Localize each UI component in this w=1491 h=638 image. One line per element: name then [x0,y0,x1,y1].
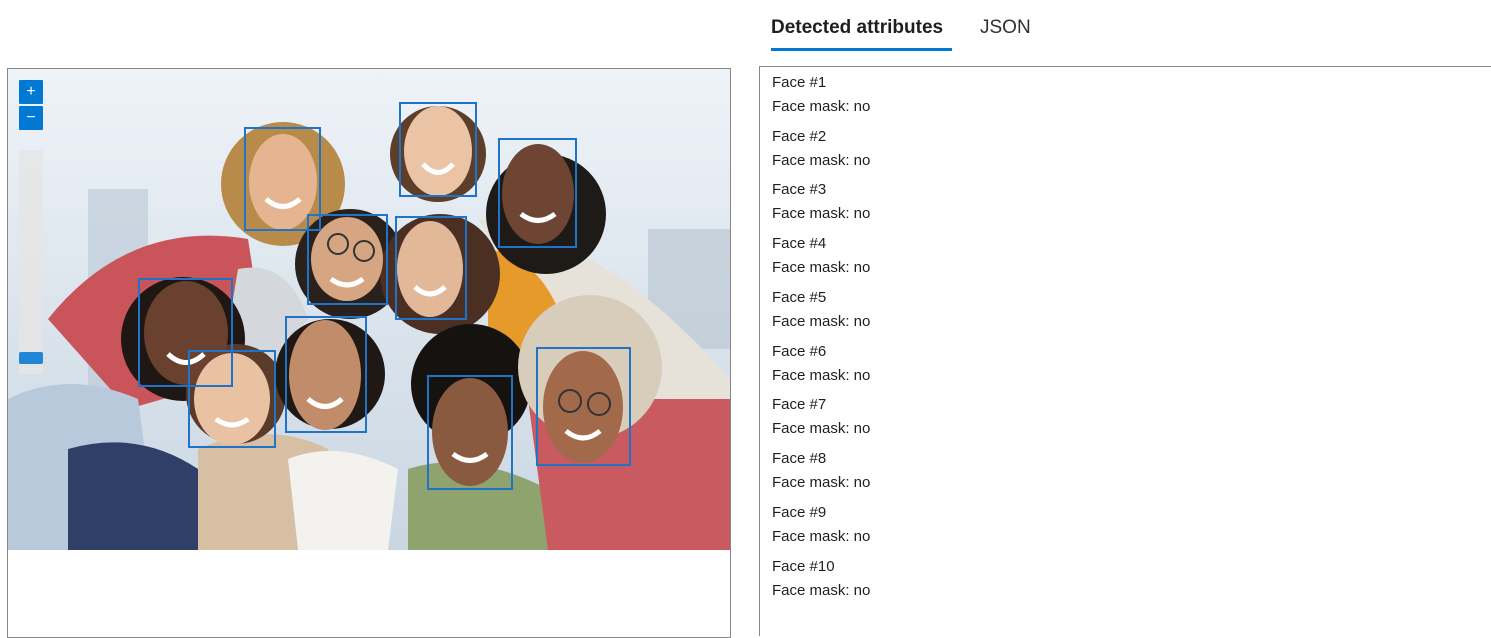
face-mask-label: Face mask: no [772,98,871,115]
face-title: Face #3 [772,181,827,198]
face-title: Face #5 [772,289,827,306]
face-title: Face #10 [772,558,835,575]
zoom-out-button[interactable]: − [19,106,43,130]
zoom-slider-track[interactable] [19,150,43,374]
face-title: Face #7 [772,396,827,413]
face-title: Face #4 [772,235,827,252]
face-entry: Face #4 Face mask: no [772,232,870,280]
face-title: Face #8 [772,450,827,467]
face-mask-label: Face mask: no [772,259,871,276]
face-entry: Face #10 Face mask: no [772,555,870,603]
face-mask-label: Face mask: no [772,205,871,222]
face-mask-label: Face mask: no [772,313,871,330]
face-box-2[interactable] [399,102,477,197]
face-box-9[interactable] [427,375,513,490]
face-box-5[interactable] [395,216,467,320]
face-mask-label: Face mask: no [772,420,871,437]
face-box-7[interactable] [188,350,276,448]
face-entry: Face #3 Face mask: no [772,178,870,226]
face-mask-label: Face mask: no [772,528,871,545]
tab-json[interactable]: JSON [980,16,1031,40]
face-title: Face #6 [772,343,827,360]
zoom-in-button[interactable]: + [19,80,43,104]
face-mask-label: Face mask: no [772,367,871,384]
face-title: Face #9 [772,504,827,521]
detected-attributes-panel: Face #1 Face mask: no Face #2 Face mask:… [759,66,1491,636]
face-mask-label: Face mask: no [772,582,871,599]
face-title: Face #1 [772,74,827,91]
face-entry: Face #1 Face mask: no [772,71,870,119]
face-entry: Face #2 Face mask: no [772,125,870,173]
active-tab-indicator [771,48,952,51]
face-box-8[interactable] [285,316,367,433]
face-mask-label: Face mask: no [772,152,871,169]
zoom-slider-thumb[interactable] [19,352,43,364]
face-box-10[interactable] [536,347,631,466]
face-entry: Face #5 Face mask: no [772,286,870,334]
group-photo [8,69,730,550]
plus-icon: + [26,83,36,100]
face-entry: Face #9 Face mask: no [772,501,870,549]
face-box-4[interactable] [307,214,388,305]
face-box-3[interactable] [498,138,577,248]
face-mask-label: Face mask: no [772,474,871,491]
face-entry: Face #6 Face mask: no [772,340,870,388]
minus-icon: − [26,109,36,126]
image-viewer[interactable]: + − [7,68,731,638]
tab-detected-attributes[interactable]: Detected attributes [771,16,943,40]
face-entry: Face #8 Face mask: no [772,447,870,495]
face-entry: Face #7 Face mask: no [772,393,870,441]
face-title: Face #2 [772,128,827,145]
